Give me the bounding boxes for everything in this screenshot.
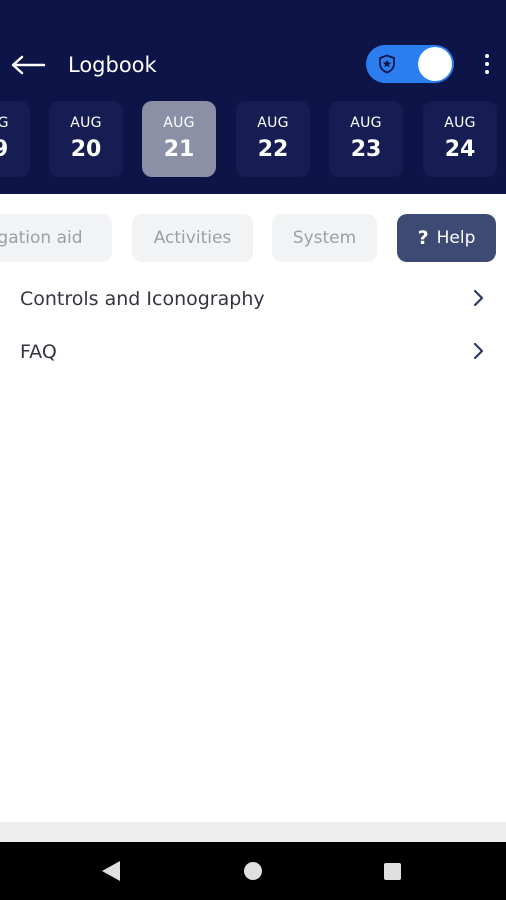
chevron-right-icon (473, 342, 484, 360)
date-item-aug-23[interactable]: AUG 23 (329, 101, 403, 177)
toggle-knob (418, 47, 452, 81)
date-month: AUG (257, 115, 289, 131)
date-item-aug-24[interactable]: AUG 24 (423, 101, 497, 177)
page-title: Logbook (68, 53, 157, 77)
date-month: AUG (70, 115, 102, 131)
arrow-left-icon (11, 55, 46, 75)
tab-navigation-aid[interactable]: Navigation aid (0, 214, 112, 262)
help-icon: ? (417, 227, 429, 249)
nav-home-icon[interactable] (244, 862, 262, 880)
date-month: AUG (0, 115, 9, 131)
date-day: 23 (350, 137, 382, 162)
chevron-right-icon (473, 289, 484, 307)
category-tabs: Navigation aid Activities System ? Help (0, 214, 506, 262)
tab-label: Help (436, 228, 476, 248)
date-day: 24 (444, 137, 476, 162)
tab-activities[interactable]: Activities (132, 214, 253, 262)
tab-help[interactable]: ? Help (397, 214, 496, 262)
nav-recents-icon[interactable] (384, 863, 401, 880)
back-button[interactable] (8, 48, 48, 82)
system-nav-bar (0, 842, 506, 900)
date-item-aug-19[interactable]: AUG 19 (0, 101, 30, 177)
date-month: AUG (444, 115, 476, 131)
help-list: Controls and Iconography FAQ (0, 272, 506, 378)
list-item-faq[interactable]: FAQ (0, 325, 506, 378)
date-strip: AUG 19 AUG 20 AUG 21 AUG 22 AUG 23 AUG 2… (0, 101, 506, 177)
tab-label: Navigation aid (0, 228, 83, 248)
protection-toggle[interactable] (366, 45, 454, 83)
date-item-aug-22[interactable]: AUG 22 (236, 101, 310, 177)
date-day: 19 (0, 137, 9, 162)
list-item-label: Controls and Iconography (20, 287, 265, 310)
date-day: 20 (70, 137, 102, 162)
date-month: AUG (163, 115, 195, 131)
tab-label: System (292, 228, 357, 248)
date-day: 22 (257, 137, 289, 162)
shield-star-icon (379, 54, 395, 74)
date-month: AUG (350, 115, 382, 131)
tab-system[interactable]: System (272, 214, 377, 262)
more-vertical-icon[interactable] (474, 48, 500, 80)
bottom-divider (0, 822, 506, 842)
nav-back-icon[interactable] (102, 861, 120, 881)
list-item-controls-iconography[interactable]: Controls and Iconography (0, 272, 506, 325)
date-item-aug-20[interactable]: AUG 20 (49, 101, 123, 177)
date-day: 21 (163, 137, 195, 162)
date-item-aug-21[interactable]: AUG 21 (142, 101, 216, 177)
list-item-label: FAQ (20, 340, 57, 363)
app-header: Logbook AUG 19 AUG 20 AUG 21 AUG 22 AUG … (0, 0, 506, 194)
tab-label: Activities (153, 228, 232, 248)
